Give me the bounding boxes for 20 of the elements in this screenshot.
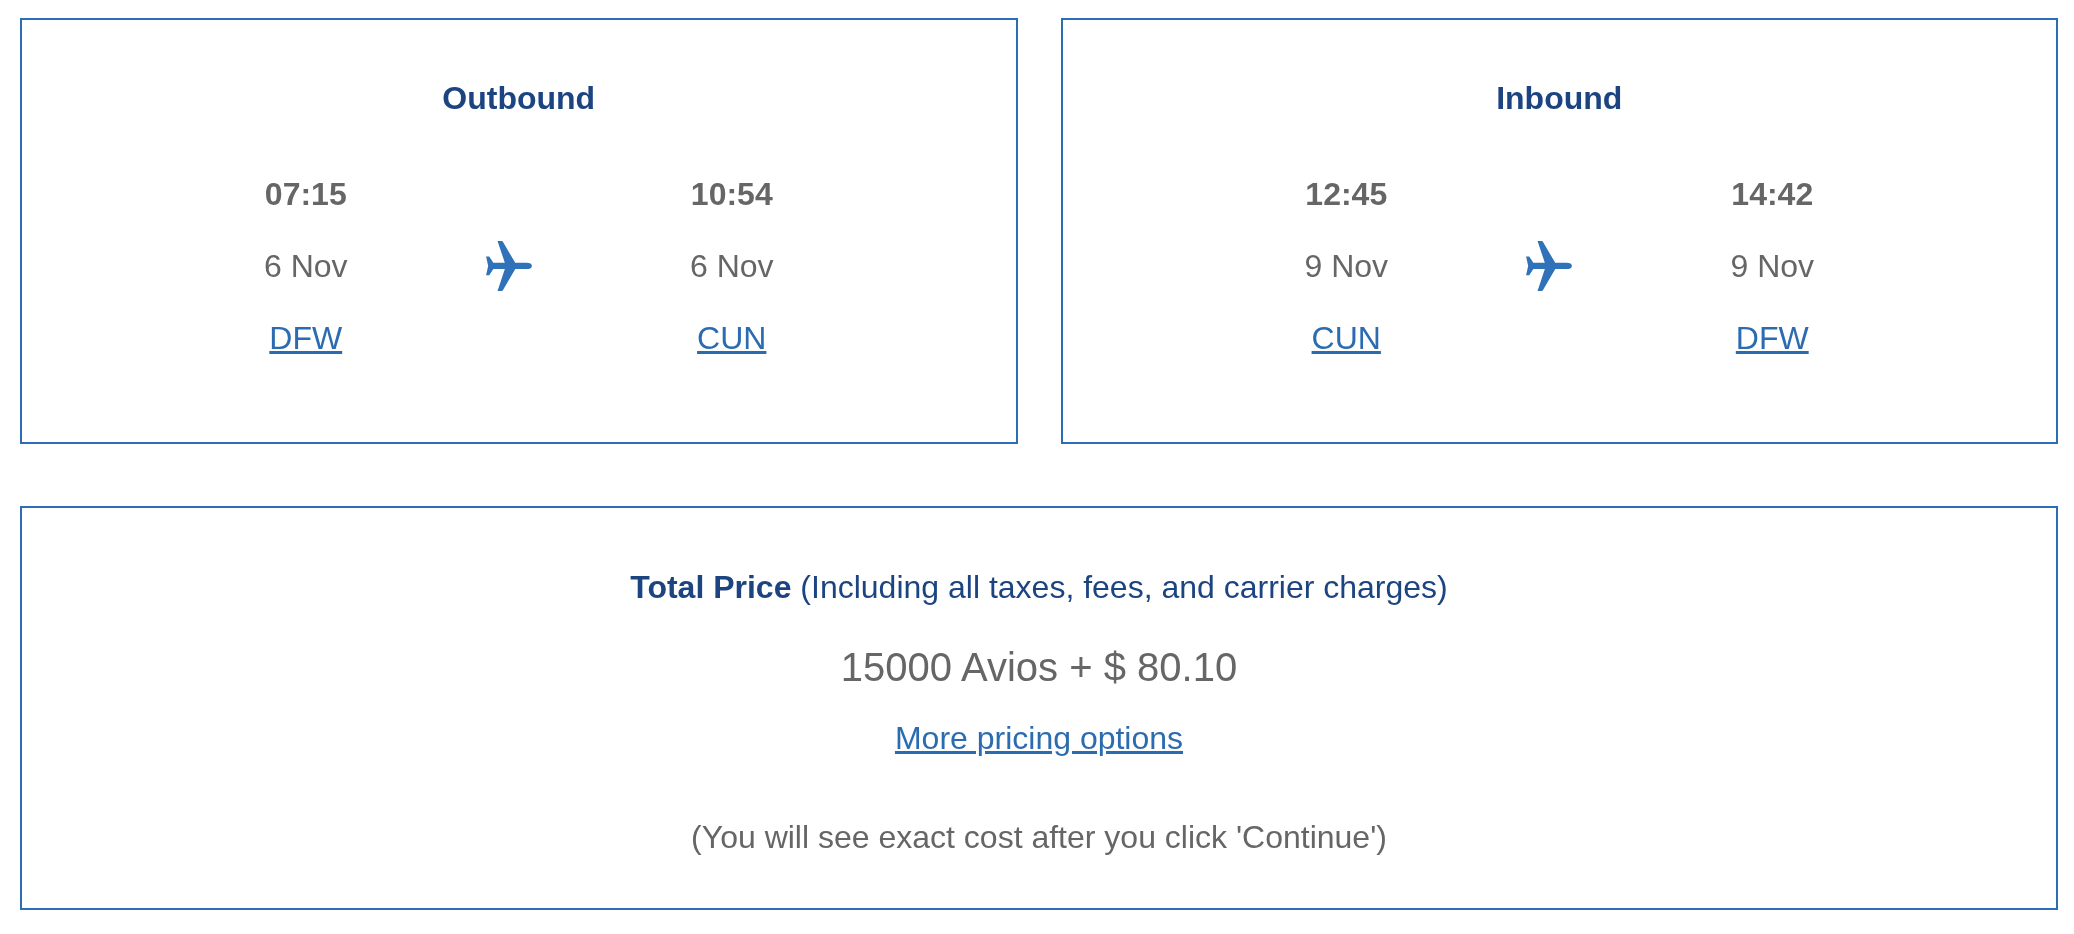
departure-date: 9 Nov bbox=[1304, 247, 1389, 286]
airport-link[interactable]: CUN bbox=[697, 318, 767, 358]
airport-link[interactable]: DFW bbox=[1735, 318, 1809, 358]
airport-link[interactable]: CUN bbox=[1311, 318, 1381, 358]
departure-date: 6 Nov bbox=[263, 247, 348, 286]
airplane-icon bbox=[485, 241, 532, 291]
departure-time: 07:15 bbox=[264, 175, 347, 214]
leg-title: Outbound bbox=[442, 79, 596, 118]
departure-time: 12:45 bbox=[1305, 175, 1388, 214]
arrival-date: 6 Nov bbox=[689, 247, 774, 286]
leg-title: Inbound bbox=[1496, 79, 1623, 118]
price-note: (You will see exact cost after you click 'Continue') bbox=[691, 818, 1387, 857]
arrival-time: 14:42 bbox=[1731, 175, 1814, 214]
airport-link[interactable]: DFW bbox=[269, 318, 343, 358]
arrival-time: 10:54 bbox=[690, 175, 773, 214]
price-amount: 15000 Avios + $ 80.10 bbox=[840, 644, 1238, 691]
arrival-date: 9 Nov bbox=[1730, 247, 1815, 286]
price-heading: Total Price (Including all taxes, fees, and carrier charges) bbox=[630, 568, 1448, 607]
pricing-options-link[interactable]: More pricing options bbox=[894, 718, 1184, 758]
airplane-icon bbox=[1526, 241, 1573, 291]
